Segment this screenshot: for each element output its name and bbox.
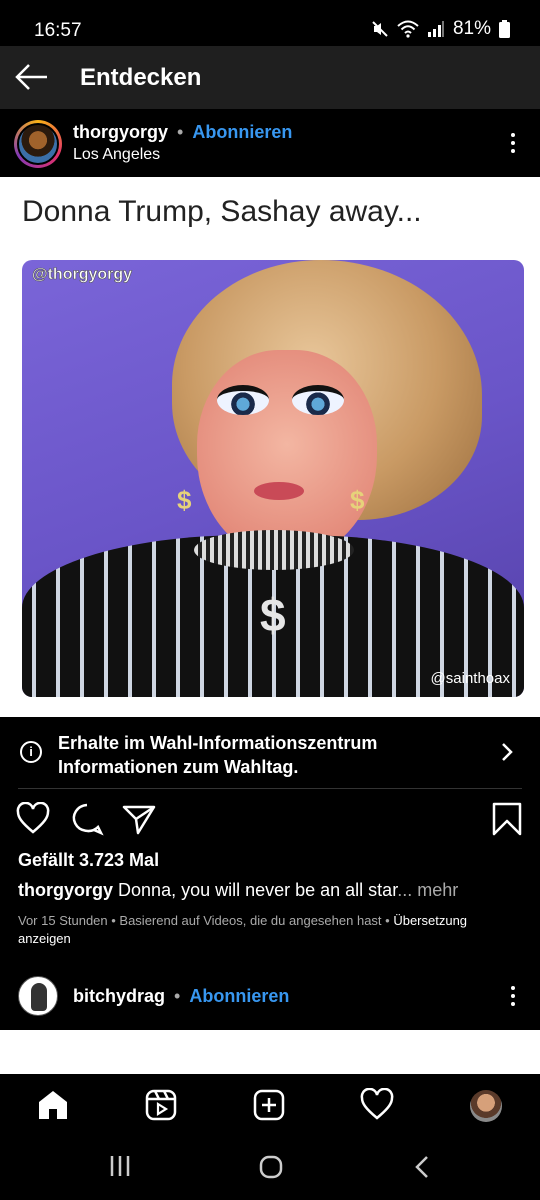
image-title-text: Donna Trump, Sashay away... [22, 195, 422, 228]
election-info-banner[interactable]: i Erhalte im Wahl-Informationszentrum In… [0, 717, 540, 789]
bottom-tab-bar [0, 1074, 540, 1136]
photo-face [197, 350, 377, 560]
meta-text: Vor 15 Stunden • Basierend auf Videos, d… [18, 913, 390, 928]
divider [18, 788, 522, 789]
back-arrow-icon[interactable] [14, 62, 50, 92]
chevron-right-icon [502, 743, 513, 761]
status-time: 16:57 [34, 20, 82, 41]
photo-lips [254, 482, 304, 500]
photo-eye [292, 385, 344, 415]
next-post-user-line: bitchydrag • Abonnieren [73, 986, 289, 1007]
post-header: thorgyorgy • Abonnieren Los Angeles [0, 109, 540, 177]
follow-button[interactable]: Abonnieren [189, 986, 289, 1006]
home-button-icon[interactable] [258, 1154, 284, 1180]
page-title: Entdecken [80, 64, 202, 91]
post-actions [0, 800, 540, 840]
more-vertical-icon[interactable] [510, 133, 516, 157]
next-post-media[interactable] [0, 1030, 540, 1074]
info-icon: i [20, 741, 42, 763]
app-header: Entdecken [0, 46, 540, 109]
comment-icon[interactable] [70, 802, 104, 836]
signal-icon [427, 21, 444, 37]
recent-apps-icon[interactable] [108, 1154, 132, 1178]
caption-text: Donna, you will never be an all star [118, 880, 398, 900]
photo-collar [194, 530, 354, 570]
post-meta: Vor 15 Stunden • Basierend auf Videos, d… [18, 912, 522, 948]
post-username[interactable]: thorgyorgy [73, 122, 168, 142]
avatar[interactable] [18, 976, 58, 1016]
status-bar: 16:57 81% [0, 0, 540, 46]
reels-icon[interactable] [144, 1088, 178, 1122]
profile-avatar[interactable] [470, 1090, 502, 1122]
back-nav-icon[interactable] [412, 1154, 432, 1180]
watermark-bottom: @sainthoax [430, 670, 510, 687]
more-vertical-icon[interactable] [510, 986, 516, 1010]
activity-heart-icon[interactable] [360, 1088, 394, 1122]
follow-button[interactable]: Abonnieren [192, 122, 292, 142]
plus-square-icon[interactable] [252, 1088, 286, 1122]
avatar[interactable] [14, 120, 62, 168]
photo-eye [217, 385, 269, 415]
battery-percent: 81% [452, 18, 491, 39]
earring-left: $ [177, 485, 192, 515]
next-post-username[interactable]: bitchydrag [73, 986, 165, 1006]
post-location[interactable]: Los Angeles [73, 146, 160, 164]
caption-username[interactable]: thorgyorgy [18, 880, 113, 900]
status-icons: 81% [371, 18, 510, 40]
dollar-pendant: $ [260, 589, 286, 641]
post-user-line: thorgyorgy • Abonnieren [73, 122, 292, 143]
info-banner-text: Erhalte im Wahl-Informationszentrum Info… [58, 733, 378, 777]
earring-right: $ [350, 485, 365, 515]
post-caption[interactable]: thorgyorgy Donna, you will never be an a… [18, 880, 528, 901]
wifi-icon [397, 20, 419, 38]
home-icon[interactable] [36, 1088, 70, 1122]
mute-icon [372, 21, 388, 37]
send-icon[interactable] [122, 802, 156, 836]
heart-icon[interactable] [16, 802, 50, 836]
bookmark-icon[interactable] [490, 802, 524, 836]
separator-dot: • [174, 986, 181, 1006]
caption-more-link[interactable]: ... mehr [397, 880, 458, 900]
system-nav-bar [0, 1136, 540, 1200]
post-media[interactable]: Donna Trump, Sashay away... $ $ $ @thorg… [0, 177, 540, 717]
separator-dot: • [177, 122, 184, 142]
watermark-top: @thorgyorgy [32, 266, 133, 284]
post-photo[interactable]: $ $ $ @thorgyorgy @sainthoax [22, 260, 524, 697]
battery-icon [499, 20, 510, 38]
like-count[interactable]: Gefällt 3.723 Mal [18, 850, 159, 871]
next-post-header: bitchydrag • Abonnieren [0, 968, 540, 1028]
